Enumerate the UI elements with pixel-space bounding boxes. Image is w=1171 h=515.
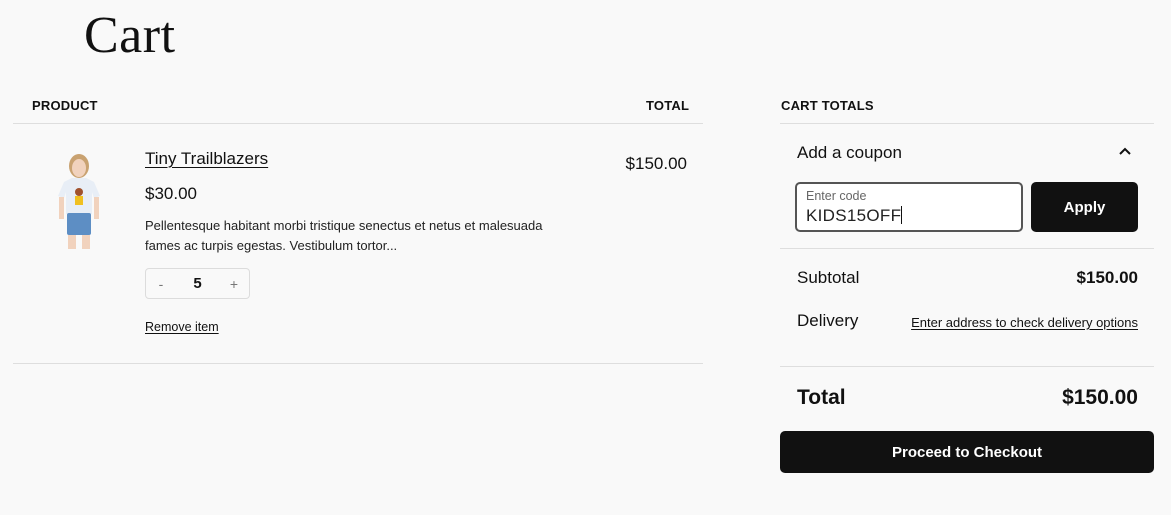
cart-totals-heading: CART TOTALS [781, 98, 874, 113]
divider [13, 123, 703, 124]
subtotal-label: Subtotal [797, 268, 860, 287]
text-cursor [901, 206, 903, 224]
total-value: $150.00 [1062, 386, 1138, 409]
total-label: Total [797, 386, 846, 409]
coupon-toggle[interactable]: Add a coupon [797, 143, 902, 163]
divider [780, 366, 1154, 367]
quantity-stepper: - 5 + [145, 268, 250, 299]
decrement-button[interactable]: - [154, 276, 168, 292]
product-unit-price: $30.00 [145, 184, 197, 203]
divider [13, 363, 703, 364]
coupon-input-label: Enter code [806, 189, 867, 203]
proceed-to-checkout-button[interactable]: Proceed to Checkout [780, 431, 1154, 473]
coupon-code-input[interactable]: Enter code KIDS15OFF [795, 182, 1023, 232]
divider [780, 123, 1154, 124]
apply-coupon-button[interactable]: Apply [1031, 182, 1138, 232]
increment-button[interactable]: + [227, 276, 241, 292]
subtotal-value: $150.00 [1076, 268, 1138, 287]
chevron-up-icon[interactable] [1119, 146, 1131, 156]
delivery-address-link[interactable]: Enter address to check delivery options [911, 315, 1138, 330]
remove-item-link[interactable]: Remove item [145, 320, 219, 334]
column-header-product: PRODUCT [32, 98, 98, 113]
line-total: $150.00 [625, 154, 687, 173]
quantity-value[interactable]: 5 [193, 275, 201, 292]
product-name-link[interactable]: Tiny Trailblazers [145, 149, 268, 169]
product-description: Pellentesque habitant morbi tristique se… [145, 218, 543, 253]
delivery-label: Delivery [797, 311, 859, 330]
page-title: Cart [84, 7, 176, 64]
divider [780, 248, 1154, 249]
coupon-input-value: KIDS15OFF [806, 206, 902, 225]
product-image[interactable] [56, 152, 102, 250]
column-header-total: TOTAL [646, 98, 690, 113]
